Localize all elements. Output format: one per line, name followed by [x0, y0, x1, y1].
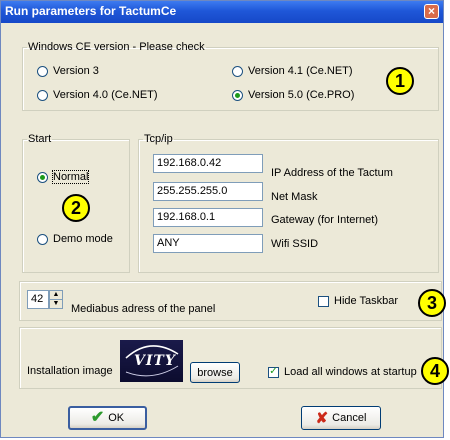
window-title: Run parameters for TactumCe	[5, 4, 177, 18]
cross-icon: ✘	[315, 409, 329, 427]
radio-normal[interactable]: Normal	[37, 170, 90, 184]
hide-taskbar-label: Hide Taskbar	[334, 295, 398, 307]
radio-version-3-dot[interactable]	[37, 65, 48, 77]
wifi-ssid-field[interactable]: ANY	[153, 234, 263, 253]
radio-version-50[interactable]: Version 5.0 (Ce.PRO)	[232, 89, 354, 101]
mediabus-address-field[interactable]: 42	[27, 290, 49, 309]
hide-taskbar-box[interactable]	[318, 295, 329, 307]
ok-button[interactable]: ✔ OK	[68, 406, 147, 430]
start-legend: Start	[28, 133, 52, 145]
radio-normal-label: Normal	[51, 170, 90, 184]
wifi-ssid-label: Wifi SSID	[271, 238, 319, 250]
dialog-window: Run parameters for TactumCe × Windows CE…	[0, 0, 449, 438]
spin-up-icon[interactable]: ▲	[50, 291, 62, 300]
net-mask-field[interactable]: 255.255.255.0	[153, 182, 263, 201]
installation-image-label: Installation image	[27, 365, 113, 377]
radio-demo-mode-label: Demo mode	[53, 233, 113, 245]
callout-badge-1: 1	[386, 67, 414, 95]
radio-version-40[interactable]: Version 4.0 (Ce.NET)	[37, 89, 158, 101]
load-all-windows-box[interactable]: ✓	[268, 366, 279, 378]
radio-version-40-dot[interactable]	[37, 89, 48, 101]
ce-version-legend: Windows CE version - Please check	[28, 41, 205, 53]
mediabus-spinner[interactable]: ▲ ▼	[49, 290, 63, 309]
ip-address-label: IP Address of the Tactum	[271, 167, 393, 179]
gateway-label: Gateway (for Internet)	[271, 214, 378, 226]
radio-version-41-label: Version 4.1 (Ce.NET)	[248, 65, 353, 77]
radio-version-3-label: Version 3	[53, 65, 99, 77]
radio-version-50-label: Version 5.0 (Ce.PRO)	[248, 89, 355, 101]
radio-version-40-label: Version 4.0 (Ce.NET)	[53, 89, 158, 101]
browse-button[interactable]: browse	[190, 362, 240, 383]
callout-badge-3: 3	[418, 289, 446, 317]
radio-normal-dot[interactable]	[37, 171, 48, 183]
cancel-button[interactable]: ✘ Cancel	[301, 406, 381, 430]
radio-version-50-dot[interactable]	[232, 89, 243, 101]
load-all-windows-label: Load all windows at startup	[284, 366, 417, 378]
callout-badge-2: 2	[62, 194, 90, 222]
tcpip-legend: Tcp/ip	[144, 133, 173, 145]
ok-label: OK	[108, 412, 125, 424]
gateway-field[interactable]: 192.168.0.1	[153, 208, 263, 227]
net-mask-label: Net Mask	[271, 191, 318, 203]
radio-version-3[interactable]: Version 3	[37, 65, 99, 77]
radio-demo-mode[interactable]: Demo mode	[37, 233, 113, 245]
radio-version-41[interactable]: Version 4.1 (Ce.NET)	[232, 65, 353, 77]
vity-logo-text: VITY	[134, 353, 176, 369]
spin-down-icon[interactable]: ▼	[50, 300, 62, 308]
radio-demo-mode-dot[interactable]	[37, 233, 48, 245]
installation-image-preview: VITY	[120, 340, 183, 382]
title-bar[interactable]: Run parameters for TactumCe ×	[1, 1, 443, 23]
load-all-windows-checkbox[interactable]: ✓ Load all windows at startup	[268, 366, 417, 378]
mediabus-label: Mediabus adress of the panel	[71, 303, 216, 315]
close-button[interactable]: ×	[424, 4, 439, 19]
callout-badge-4: 4	[421, 357, 449, 385]
ip-address-field[interactable]: 192.168.0.42	[153, 154, 263, 173]
radio-version-41-dot[interactable]	[232, 65, 243, 77]
hide-taskbar-checkbox[interactable]: Hide Taskbar	[318, 295, 398, 307]
cancel-label: Cancel	[332, 412, 367, 424]
checkmark-icon: ✔	[90, 409, 105, 426]
